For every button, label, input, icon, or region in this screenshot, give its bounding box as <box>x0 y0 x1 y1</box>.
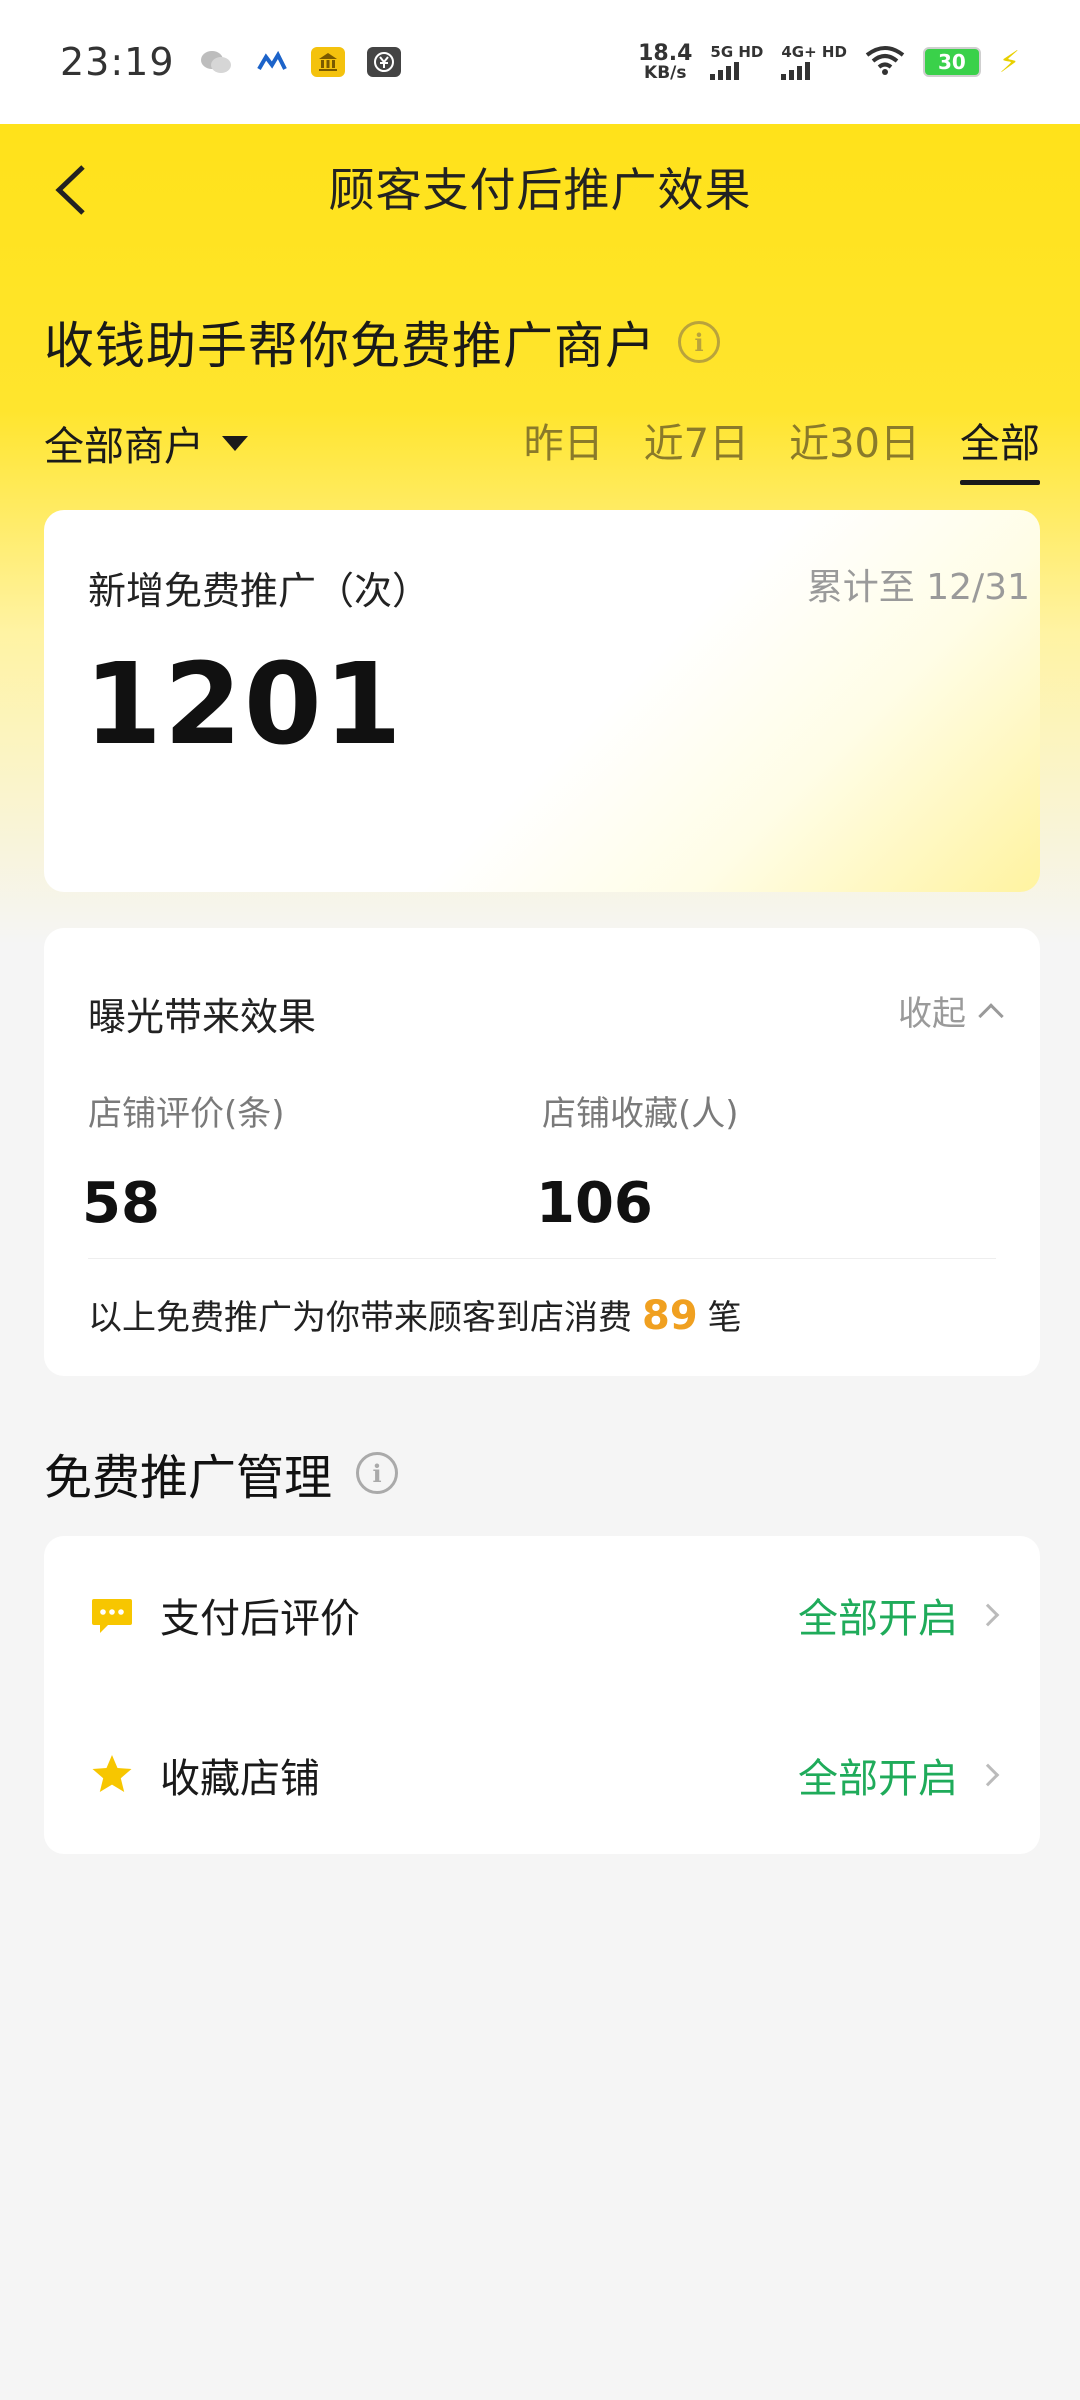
sim1-label: 5G HD <box>710 42 764 61</box>
visits-footnote: 以上免费推广为你带来顾客到店消费 89 笔 <box>88 1290 742 1339</box>
stat-store-favorites: 店铺收藏(人) 106 <box>536 1086 739 1236</box>
stat-value: 58 <box>82 1171 160 1236</box>
net-speed-value: 18.4 <box>638 40 693 66</box>
battery-level: 30 <box>938 50 966 74</box>
promo-headline: 收钱助手帮你免费推广商户 i <box>44 306 720 378</box>
tab-yesterday[interactable]: 昨日 <box>524 411 604 475</box>
stat-value: 106 <box>536 1171 653 1236</box>
divider <box>88 1258 996 1259</box>
exposure-effect-title: 曝光带来效果 <box>88 995 317 1039</box>
cumulative-date: 累计至 12/31 <box>806 567 1030 608</box>
status-app-icons <box>199 47 401 77</box>
status-indicators: 18.4 KB/s 5G HD 4G+ HD 30 ⚡ <box>638 40 1020 83</box>
signal-sim1: 5G HD <box>710 42 764 80</box>
filter-row: 全部商户 昨日 近7日 近30日 全部 <box>44 408 1040 485</box>
merchant-dropdown[interactable]: 全部商户 <box>44 414 248 472</box>
exposure-effect-card: 曝光带来效果 收起 店铺评价(条) 58 店铺收藏(人) 106 以上免费推广为… <box>44 928 1040 1376</box>
stat-label: 店铺收藏(人) <box>542 1094 739 1134</box>
footnote-count: 89 <box>642 1293 698 1339</box>
promo-headline-text: 收钱助手帮你免费推广商户 <box>44 317 656 375</box>
chevron-left-icon <box>55 165 85 215</box>
bank-app-icon <box>310 47 345 77</box>
promotion-count-label: 新增免费推广（次） <box>88 569 431 613</box>
signal-sim2: 4G+ HD <box>781 42 847 80</box>
management-heading-text: 免费推广管理 <box>44 1450 333 1506</box>
footnote-prefix: 以上免费推广为你带来顾客到店消费 <box>88 1298 632 1338</box>
stat-store-reviews: 店铺评价(条) 58 <box>82 1086 285 1236</box>
sim2-label: 4G+ HD <box>781 42 847 61</box>
collapse-label: 收起 <box>898 994 966 1034</box>
footnote-suffix: 笔 <box>707 1298 742 1338</box>
date-range-tabs: 昨日 近7日 近30日 全部 <box>524 411 1040 485</box>
status-time: 23:19 <box>60 40 175 84</box>
net-speed: 18.4 KB/s <box>638 40 693 83</box>
chevron-up-icon <box>978 1002 1004 1029</box>
battery-icon: 30 <box>922 47 981 77</box>
management-card: 支付后评价 全部开启 收藏店铺 全部开启 <box>44 1536 1040 1854</box>
info-icon[interactable]: i <box>678 321 720 363</box>
map-icon <box>255 47 289 77</box>
merchant-dropdown-label: 全部商户 <box>44 424 204 470</box>
wallet-app-icon <box>366 47 401 77</box>
row-label: 支付后评价 <box>160 1596 360 1642</box>
tab-last-7-days[interactable]: 近7日 <box>644 411 749 475</box>
caret-down-icon <box>222 435 248 451</box>
tab-last-30-days[interactable]: 近30日 <box>789 411 920 475</box>
wechat-icon <box>199 47 233 77</box>
signal-bars-icon <box>781 61 811 80</box>
row-label: 收藏店铺 <box>160 1756 320 1802</box>
info-icon[interactable]: i <box>356 1452 399 1494</box>
charging-icon: ⚡ <box>998 44 1020 80</box>
nav-bar: 顾客支付后推广效果 <box>0 124 1080 250</box>
page-title: 顾客支付后推广效果 <box>328 163 752 217</box>
net-speed-unit: KB/s <box>644 62 687 83</box>
collapse-button[interactable]: 收起 <box>898 986 1004 1035</box>
status-bar: 23:19 18.4 KB/s 5G HD 4G+ HD 30 ⚡ <box>0 0 1080 124</box>
row-favorite-store[interactable]: 收藏店铺 全部开启 <box>44 1696 1040 1854</box>
comment-icon <box>92 1599 132 1633</box>
chevron-right-icon <box>976 1763 1000 1787</box>
promotion-count-value: 1201 <box>84 640 404 770</box>
star-icon <box>92 1755 132 1792</box>
row-review-after-payment[interactable]: 支付后评价 全部开启 <box>44 1536 1040 1694</box>
promotion-count-card: 新增免费推广（次） 累计至 12/31 1201 <box>44 510 1040 892</box>
row-status: 全部开启 <box>798 1756 958 1802</box>
stat-label: 店铺评价(条) <box>88 1094 285 1134</box>
tab-all[interactable]: 全部 <box>960 411 1040 485</box>
chevron-right-icon <box>976 1603 1000 1627</box>
wifi-icon <box>865 45 905 79</box>
management-heading: 免费推广管理 i <box>44 1438 399 1508</box>
back-button[interactable] <box>40 160 100 220</box>
row-status: 全部开启 <box>798 1596 958 1642</box>
signal-bars-icon <box>710 61 740 80</box>
